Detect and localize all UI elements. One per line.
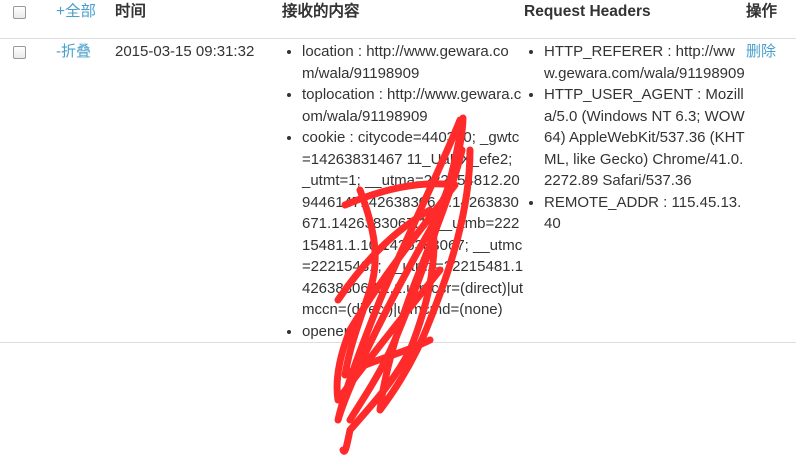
table-row: -折叠 2015-03-15 09:31:32 location : http:… (0, 39, 796, 343)
messages-table: +全部 时间 接收的内容 Request Headers 操作 -折叠 2015… (0, 0, 796, 343)
toggle-cell: -折叠 (56, 39, 115, 343)
row-checkbox-cell (0, 39, 56, 343)
select-all-cell (0, 0, 56, 39)
select-all-checkbox[interactable] (13, 6, 26, 19)
content-header: 接收的内容 (282, 3, 360, 20)
header-item-user-agent: HTTP_USER_AGENT : Mozilla/5.0 (Windows N… (544, 84, 746, 192)
content-item-opener: opener : (302, 321, 524, 343)
headers-cell: HTTP_REFERER : http://www.gewara.com/wal… (524, 39, 746, 343)
content-item-location: location : http://www.gewara.com/wala/91… (302, 41, 524, 84)
content-cell: location : http://www.gewara.com/wala/91… (282, 39, 524, 343)
row-checkbox[interactable] (13, 46, 26, 59)
action-cell: 删除 (746, 39, 796, 343)
content-list: location : http://www.gewara.com/wala/91… (282, 41, 524, 342)
request-headers-header: Request Headers (524, 3, 651, 20)
header-item-remote-addr: REMOTE_ADDR : 115.45.13.40 (544, 192, 746, 235)
table-header-row: +全部 时间 接收的内容 Request Headers 操作 (0, 0, 796, 39)
content-item-cookie: cookie : citycode=440300; _gwtc=14263831… (302, 127, 524, 321)
action-header: 操作 (746, 3, 778, 20)
time-header: 时间 (115, 3, 147, 20)
header-item-referer: HTTP_REFERER : http://www.gewara.com/wal… (544, 41, 746, 84)
collapse-link[interactable]: -折叠 (56, 43, 91, 60)
select-all-header: +全部 (56, 0, 115, 39)
delete-link[interactable]: 删除 (746, 43, 776, 60)
select-all-link[interactable]: +全部 (56, 3, 96, 20)
time-cell: 2015-03-15 09:31:32 (115, 43, 255, 60)
content-item-toplocation: toplocation : http://www.gewara.com/wala… (302, 84, 524, 127)
headers-list: HTTP_REFERER : http://www.gewara.com/wal… (524, 41, 746, 235)
